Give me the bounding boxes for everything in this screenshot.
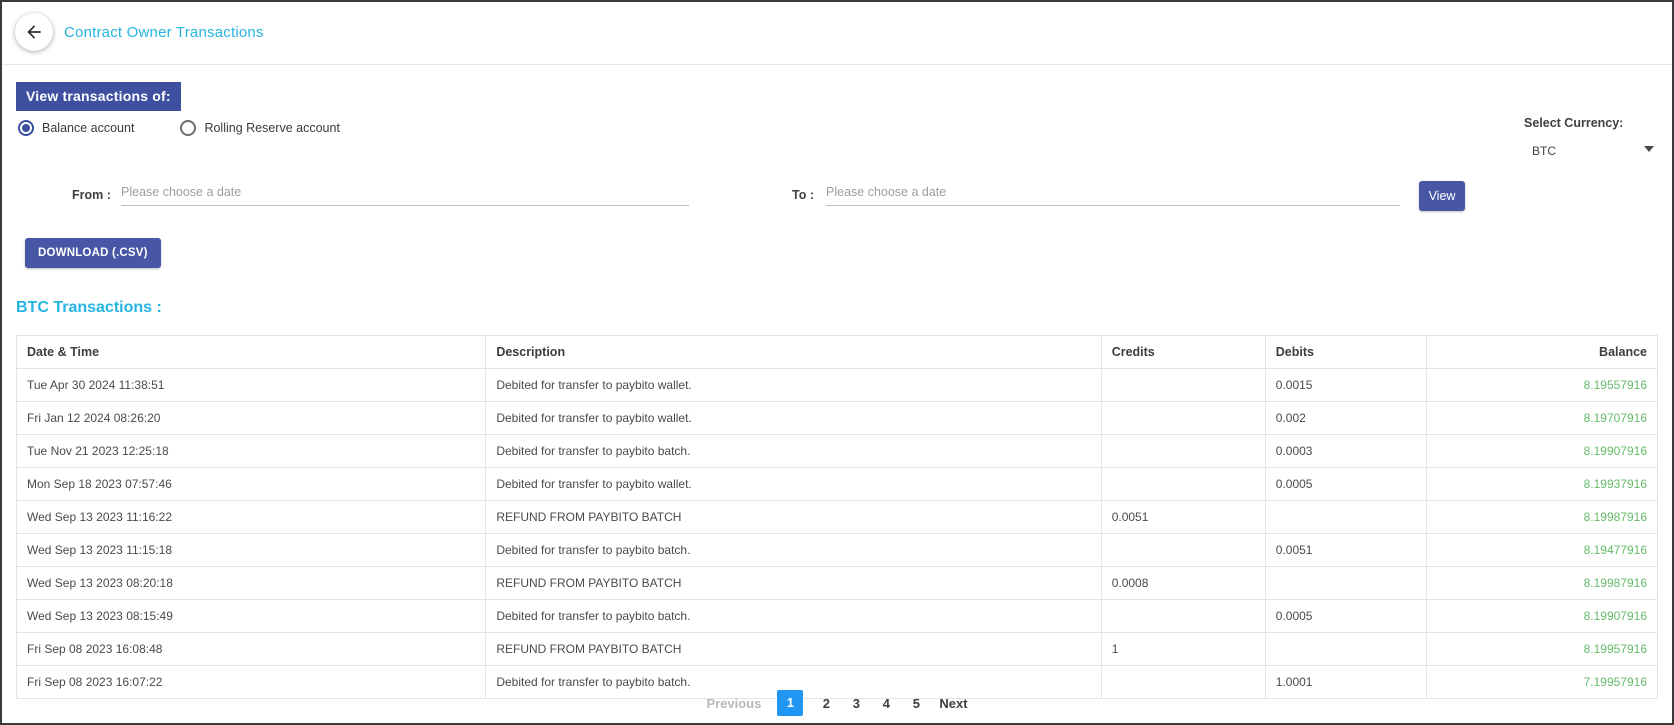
account-type-radio-group: Balance account Rolling Reserve account: [18, 120, 340, 136]
contract-owner-transactions-page: Contract Owner Transactions View transac…: [0, 0, 1674, 725]
col-header-debits: Debits: [1265, 336, 1426, 369]
cell-balance: 8.19987916: [1426, 567, 1657, 600]
cell-date-time: Mon Sep 18 2023 07:57:46: [17, 468, 486, 501]
pagination-previous[interactable]: Previous: [706, 696, 761, 711]
col-header-credits: Credits: [1101, 336, 1265, 369]
cell-date-time: Tue Nov 21 2023 12:25:18: [17, 435, 486, 468]
col-header-description: Description: [486, 336, 1101, 369]
cell-date-time: Wed Sep 13 2023 11:16:22: [17, 501, 486, 534]
cell-description: Debited for transfer to paybito wallet.: [486, 468, 1101, 501]
select-currency-label: Select Currency:: [1524, 116, 1656, 130]
top-bar: Contract Owner Transactions: [2, 2, 1672, 65]
radio-label: Rolling Reserve account: [204, 121, 340, 135]
table-row: Wed Sep 13 2023 11:15:18 Debited for tra…: [17, 534, 1658, 567]
cell-credits: [1101, 468, 1265, 501]
pagination: Previous 1 2 3 4 5 Next: [2, 690, 1672, 716]
download-csv-button[interactable]: DOWNLOAD (.CSV): [25, 238, 161, 268]
table-row: Wed Sep 13 2023 08:15:49 Debited for tra…: [17, 600, 1658, 633]
cell-balance: 8.19707916: [1426, 402, 1657, 435]
cell-debits: 0.002: [1265, 402, 1426, 435]
pagination-page-3[interactable]: 3: [849, 696, 863, 711]
pagination-pages: 1 2 3 4 5: [777, 690, 923, 716]
btc-transactions-title: BTC Transactions :: [16, 299, 162, 317]
radio-rolling-reserve-account[interactable]: Rolling Reserve account: [180, 120, 340, 136]
back-button[interactable]: [15, 13, 53, 51]
cell-debits: [1265, 501, 1426, 534]
table-row: Tue Apr 30 2024 11:38:51 Debited for tra…: [17, 369, 1658, 402]
pagination-page-1[interactable]: 1: [777, 690, 803, 716]
cell-balance: 8.19477916: [1426, 534, 1657, 567]
cell-debits: 0.0003: [1265, 435, 1426, 468]
radio-icon: [18, 120, 34, 136]
cell-description: Debited for transfer to paybito batch.: [486, 435, 1101, 468]
cell-credits: [1101, 402, 1265, 435]
table-row: Mon Sep 18 2023 07:57:46 Debited for tra…: [17, 468, 1658, 501]
pagination-page-2[interactable]: 2: [819, 696, 833, 711]
from-label: From :: [72, 188, 111, 202]
view-transactions-of-label: View transactions of:: [16, 82, 181, 111]
table-row: Fri Sep 08 2023 16:08:48 REFUND FROM PAY…: [17, 633, 1658, 666]
transactions-tbody: Tue Apr 30 2024 11:38:51 Debited for tra…: [17, 369, 1658, 699]
cell-date-time: Fri Sep 08 2023 16:08:48: [17, 633, 486, 666]
cell-date-time: Tue Apr 30 2024 11:38:51: [17, 369, 486, 402]
radio-icon: [180, 120, 196, 136]
cell-date-time: Fri Jan 12 2024 08:26:20: [17, 402, 486, 435]
col-header-balance: Balance: [1426, 336, 1657, 369]
cell-balance: 8.19907916: [1426, 600, 1657, 633]
cell-description: REFUND FROM PAYBITO BATCH: [486, 567, 1101, 600]
cell-credits: [1101, 369, 1265, 402]
currency-selected-value: BTC: [1532, 144, 1556, 158]
cell-balance: 8.19937916: [1426, 468, 1657, 501]
cell-description: REFUND FROM PAYBITO BATCH: [486, 633, 1101, 666]
arrow-left-icon: [24, 22, 44, 42]
pagination-page-5[interactable]: 5: [909, 696, 923, 711]
cell-credits: 0.0008: [1101, 567, 1265, 600]
table-row: Tue Nov 21 2023 12:25:18 Debited for tra…: [17, 435, 1658, 468]
cell-debits: 0.0005: [1265, 468, 1426, 501]
cell-description: REFUND FROM PAYBITO BATCH: [486, 501, 1101, 534]
cell-date-time: Wed Sep 13 2023 11:15:18: [17, 534, 486, 567]
view-button[interactable]: View: [1419, 181, 1465, 211]
cell-description: Debited for transfer to paybito batch.: [486, 534, 1101, 567]
to-label: To :: [792, 188, 814, 202]
transactions-table-wrap: Date & Time Description Credits Debits B…: [16, 335, 1658, 699]
cell-date-time: Wed Sep 13 2023 08:20:18: [17, 567, 486, 600]
cell-balance: 8.19987916: [1426, 501, 1657, 534]
chevron-down-icon: [1644, 146, 1654, 152]
page-title: Contract Owner Transactions: [64, 24, 264, 41]
cell-debits: 0.0051: [1265, 534, 1426, 567]
table-row: Fri Jan 12 2024 08:26:20 Debited for tra…: [17, 402, 1658, 435]
radio-label: Balance account: [42, 121, 134, 135]
cell-credits: 0.0051: [1101, 501, 1265, 534]
transactions-table: Date & Time Description Credits Debits B…: [16, 335, 1658, 699]
cell-credits: 1: [1101, 633, 1265, 666]
col-header-date-time: Date & Time: [17, 336, 486, 369]
currency-block: Select Currency: BTC: [1524, 116, 1656, 160]
from-date-input[interactable]: [121, 178, 689, 206]
cell-balance: 8.19557916: [1426, 369, 1657, 402]
cell-balance: 8.19907916: [1426, 435, 1657, 468]
cell-credits: [1101, 534, 1265, 567]
table-row: Wed Sep 13 2023 08:20:18 REFUND FROM PAY…: [17, 567, 1658, 600]
cell-description: Debited for transfer to paybito batch.: [486, 600, 1101, 633]
to-date-input[interactable]: [826, 178, 1400, 206]
cell-description: Debited for transfer to paybito wallet.: [486, 402, 1101, 435]
cell-date-time: Wed Sep 13 2023 08:15:49: [17, 600, 486, 633]
currency-select[interactable]: BTC: [1524, 142, 1656, 160]
cell-credits: [1101, 435, 1265, 468]
cell-debits: 0.0015: [1265, 369, 1426, 402]
cell-balance: 8.19957916: [1426, 633, 1657, 666]
cell-credits: [1101, 600, 1265, 633]
cell-debits: 0.0005: [1265, 600, 1426, 633]
pagination-page-4[interactable]: 4: [879, 696, 893, 711]
table-header-row: Date & Time Description Credits Debits B…: [17, 336, 1658, 369]
pagination-next[interactable]: Next: [939, 696, 967, 711]
cell-debits: [1265, 567, 1426, 600]
table-row: Wed Sep 13 2023 11:16:22 REFUND FROM PAY…: [17, 501, 1658, 534]
radio-balance-account[interactable]: Balance account: [18, 120, 134, 136]
cell-debits: [1265, 633, 1426, 666]
cell-description: Debited for transfer to paybito wallet.: [486, 369, 1101, 402]
